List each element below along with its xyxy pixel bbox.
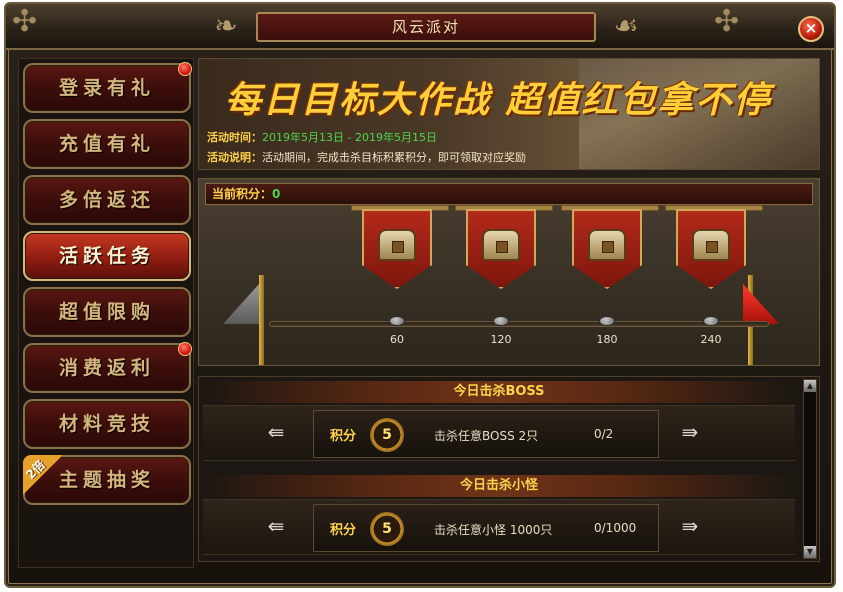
right-corner-ornament: ✣ [714,4,740,39]
progress-panel: 当前积分：0 60 120 180 240 [198,178,820,366]
score-label: 积分 [330,429,357,444]
sidebar-item-label: 超值限购 [58,301,155,323]
event-time-value: 2019年5月13日 - 2019年5月15日 [262,131,437,144]
task-card: 积分 5 击杀任意BOSS 2只 0/2 [313,410,659,458]
score-label: 积分 [330,523,357,538]
score-badge: 5 [370,512,404,546]
double-badge-label: 2倍 [23,457,48,483]
notification-dot [178,342,192,356]
sidebar: 登录有礼 充值有礼 多倍返还 活跃任务 超值限购 消费返利 材料竞技 主题抽奖 … [18,58,194,568]
sidebar-item-label: 登录有礼 [58,77,155,99]
sidebar-item-label: 多倍返还 [58,189,155,211]
task-progress: 0/1000 [594,521,637,535]
milestone-node [599,316,615,326]
reward-banner-120[interactable] [466,209,536,289]
task-list: 今日击杀BOSS ⇚ 积分 5 击杀任意BOSS 2只 0/2 ⇛ 今日击杀小怪… [198,376,820,562]
task-description: 击杀任意小怪 1000只 [434,523,553,537]
window-title: 风云派对 [256,12,596,42]
sidebar-item-label: 充值有礼 [58,133,155,155]
current-points-label: 当前积分： [212,187,273,201]
treasure-chest-icon [378,229,416,261]
event-desc-value: 活动期间，完成击杀目标积累积分，即可领取对应奖励 [262,151,526,164]
milestone-node [493,316,509,326]
score-badge: 5 [370,418,404,452]
task-header: 今日击杀BOSS [203,381,795,403]
arrow-left-icon[interactable]: ⇚ [261,514,291,538]
treasure-chest-icon [692,229,730,261]
arrow-right-icon[interactable]: ⇛ [675,420,705,444]
left-corner-ornament: ✣ [12,4,38,39]
event-time-label: 活动时间： [207,131,262,144]
milestone-label: 60 [390,333,404,346]
title-ornament-left: ❧ [214,9,238,42]
milestone-label: 120 [490,333,512,346]
close-icon: × [804,19,818,37]
double-badge: 2倍 [23,455,63,495]
sidebar-item-spend-rebate[interactable]: 消费返利 [23,342,192,393]
reward-banner-240[interactable] [676,209,746,289]
sidebar-item-recharge-reward[interactable]: 充值有礼 [23,119,191,169]
current-points-value: 0 [272,187,281,201]
start-flag-icon [223,284,259,324]
milestone-node [389,316,405,326]
title-bar: ✣ ❧ 风云派对 ☙ ✣ × [6,4,834,50]
close-button[interactable]: × [798,16,824,42]
notification-dot [178,62,192,76]
task-row: ⇚ 积分 5 击杀任意BOSS 2只 0/2 ⇛ [203,405,795,461]
milestone-label: 180 [596,333,618,346]
current-points-bar: 当前积分：0 [205,183,813,205]
event-desc-label: 活动说明： [207,151,262,164]
sidebar-item-label: 活跃任务 [58,245,155,267]
treasure-chest-icon [482,229,520,261]
arrow-left-icon[interactable]: ⇚ [261,420,291,444]
task-card: 积分 5 击杀任意小怪 1000只 0/1000 [313,504,659,552]
event-window: ✣ ❧ 风云派对 ☙ ✣ × 登录有礼 充值有礼 多倍返还 活跃任务 超值限购 … [4,2,836,588]
scroll-up-icon[interactable]: ▲ [804,380,816,392]
milestone-label: 240 [700,333,722,346]
sidebar-item-material-contest[interactable]: 材料竞技 [23,399,191,449]
title-ornament-right: ☙ [613,9,639,42]
task-row: ⇚ 积分 5 击杀任意小怪 1000只 0/1000 ⇛ [203,499,795,555]
task-header: 今日击杀小怪 [203,475,795,497]
task-progress: 0/2 [594,427,614,441]
banner-headline: 每日目标大作战 超值红包拿不停 [225,80,772,121]
arrow-right-icon[interactable]: ⇛ [675,514,705,538]
sidebar-item-label: 材料竞技 [58,413,155,435]
task-description: 击杀任意BOSS 2只 [434,429,539,443]
sidebar-item-login-reward[interactable]: 登录有礼 [23,62,192,113]
treasure-chest-icon [588,229,626,261]
event-time: 活动时间：2019年5月13日 - 2019年5月15日 [207,129,437,145]
reward-banner-180[interactable] [572,209,642,289]
sidebar-item-limited-purchase[interactable]: 超值限购 [23,287,191,337]
scrollbar[interactable]: ▲ ▼ [803,379,817,559]
sidebar-item-multi-return[interactable]: 多倍返还 [23,175,191,225]
left-pole [259,275,264,365]
sidebar-item-active-tasks[interactable]: 活跃任务 [23,231,191,281]
milestone-node [703,316,719,326]
sidebar-item-theme-lottery[interactable]: 主题抽奖 2倍 [23,455,191,505]
reward-banner-60[interactable] [362,209,432,289]
sidebar-item-label: 消费返利 [58,357,155,379]
event-description: 活动说明：活动期间，完成击杀目标积累积分，即可领取对应奖励 [207,149,526,165]
progress-track [269,321,769,327]
scroll-down-icon[interactable]: ▼ [804,546,816,558]
event-banner: 每日目标大作战 超值红包拿不停 活动时间：2019年5月13日 - 2019年5… [198,58,820,170]
